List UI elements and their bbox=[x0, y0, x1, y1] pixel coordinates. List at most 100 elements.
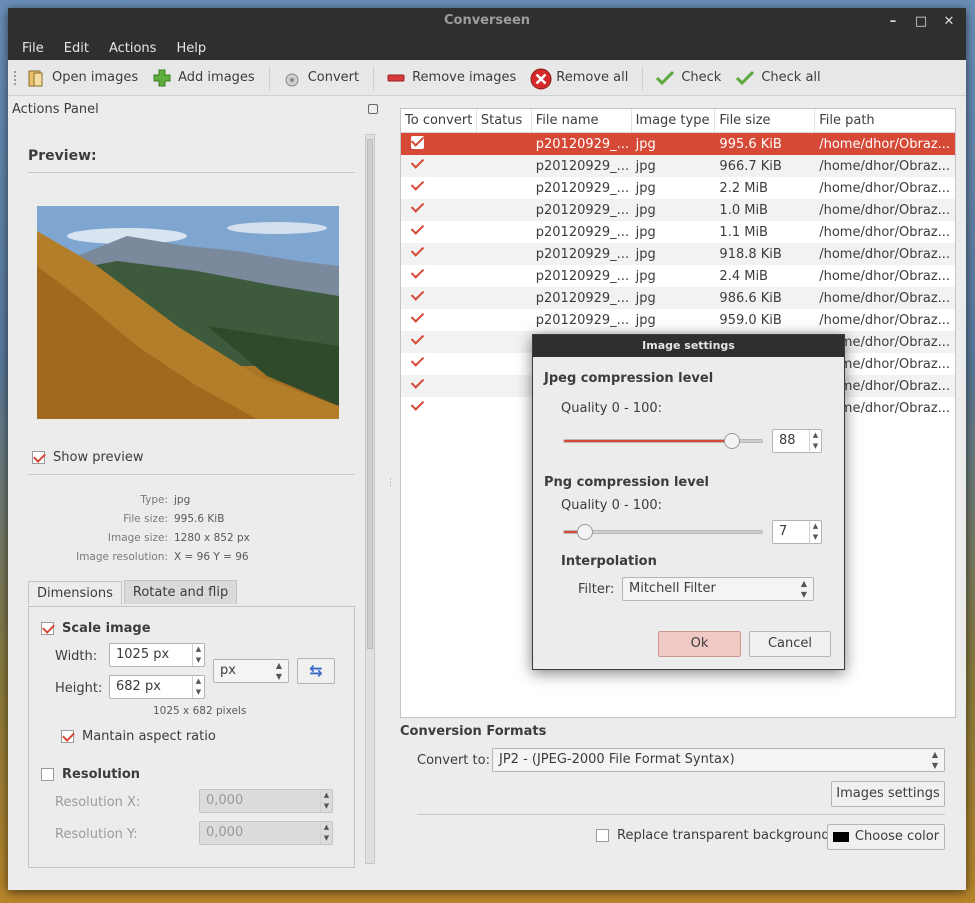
remove-all-button[interactable]: Remove all bbox=[530, 68, 628, 89]
row-checkbox[interactable] bbox=[411, 356, 424, 369]
col-status[interactable]: Status bbox=[477, 109, 532, 132]
table-row[interactable]: p20120929_... jpg 966.7 KiB/home/dhor/Obra… bbox=[401, 155, 955, 177]
show-preview-checkbox[interactable] bbox=[32, 451, 45, 464]
check-all-button[interactable]: Check all bbox=[735, 68, 821, 88]
row-checkbox[interactable] bbox=[411, 334, 424, 347]
res-y-stepper[interactable]: ▲ ▼ bbox=[320, 822, 332, 844]
to-convert-cell[interactable] bbox=[401, 224, 477, 241]
open-images-button[interactable]: Open images bbox=[26, 68, 138, 88]
float-panel-icon[interactable] bbox=[368, 104, 378, 114]
add-images-button[interactable]: Add images bbox=[152, 68, 255, 88]
table-row[interactable]: p20120929_... jpg 2.4 MiB/home/dhor/Obraz.… bbox=[401, 265, 955, 287]
row-checkbox[interactable] bbox=[411, 180, 424, 193]
row-checkbox[interactable] bbox=[411, 135, 424, 149]
col-file-path[interactable]: File path bbox=[815, 109, 955, 132]
table-row[interactable]: p20120929_... jpg 995.6 KiB/home/dhor/Obra… bbox=[401, 133, 955, 155]
tab-rotate-flip[interactable]: Rotate and flip bbox=[123, 580, 238, 604]
check-all-label: Check all bbox=[761, 70, 821, 85]
to-convert-cell[interactable] bbox=[401, 202, 477, 219]
table-row[interactable]: p20120929_... jpg 1.0 MiB/home/dhor/Obraz.… bbox=[401, 199, 955, 221]
scale-image-option[interactable]: Scale image bbox=[41, 621, 151, 636]
table-row[interactable]: p20120929_... jpg 1.1 MiB/home/dhor/Obraz.… bbox=[401, 221, 955, 243]
table-row[interactable]: p20120929_... jpg 918.8 KiB/home/dhor/Obra… bbox=[401, 243, 955, 265]
jpeg-quality-slider[interactable] bbox=[563, 433, 763, 449]
menu-help[interactable]: Help bbox=[176, 41, 206, 56]
show-preview-option[interactable]: Show preview bbox=[32, 450, 143, 465]
maintain-aspect-checkbox[interactable] bbox=[61, 730, 74, 743]
jpeg-slider-handle[interactable] bbox=[724, 433, 740, 449]
menu-actions[interactable]: Actions bbox=[109, 41, 157, 56]
col-image-type[interactable]: Image type bbox=[632, 109, 716, 132]
menu-file[interactable]: File bbox=[22, 41, 44, 56]
panel-scrollbar[interactable] bbox=[365, 134, 375, 864]
png-slider-handle[interactable] bbox=[577, 524, 593, 540]
col-to-convert[interactable]: To convert bbox=[401, 109, 477, 132]
maintain-aspect-option[interactable]: Mantain aspect ratio bbox=[61, 729, 216, 744]
to-convert-cell[interactable] bbox=[401, 378, 477, 395]
row-checkbox[interactable] bbox=[411, 290, 424, 303]
row-checkbox[interactable] bbox=[411, 400, 424, 413]
png-quality-spinbox[interactable]: 7 ▲ ▼ bbox=[772, 520, 822, 544]
jpeg-quality-stepper[interactable]: ▲ ▼ bbox=[809, 430, 821, 452]
resolution-option[interactable]: Resolution bbox=[41, 767, 140, 782]
png-quality-slider[interactable] bbox=[563, 524, 763, 540]
row-checkbox[interactable] bbox=[411, 224, 424, 237]
to-convert-cell[interactable] bbox=[401, 290, 477, 307]
convert-to-select[interactable]: JP2 - (JPEG-2000 File Format Syntax) ▲ ▼ bbox=[492, 748, 945, 772]
minimize-icon[interactable]: – bbox=[886, 9, 900, 35]
row-checkbox[interactable] bbox=[411, 202, 424, 215]
unit-select[interactable]: px ▲ ▼ bbox=[213, 659, 289, 683]
png-quality-stepper[interactable]: ▲ ▼ bbox=[809, 521, 821, 543]
close-icon[interactable]: ✕ bbox=[942, 9, 956, 35]
to-convert-cell[interactable] bbox=[401, 356, 477, 373]
splitter-handle[interactable]: ⋮ bbox=[386, 478, 395, 488]
to-convert-cell[interactable] bbox=[401, 180, 477, 197]
row-checkbox[interactable] bbox=[411, 158, 424, 171]
cancel-button[interactable]: Cancel bbox=[749, 631, 831, 657]
row-checkbox[interactable] bbox=[411, 378, 424, 391]
res-y-spinbox[interactable]: 0,000 ▲ ▼ bbox=[199, 821, 333, 845]
remove-images-button[interactable]: Remove images bbox=[386, 68, 516, 88]
ok-button[interactable]: Ok bbox=[658, 631, 741, 657]
check-button[interactable]: Check bbox=[655, 68, 721, 88]
col-file-name[interactable]: File name bbox=[532, 109, 632, 132]
resolution-checkbox[interactable] bbox=[41, 768, 54, 781]
row-checkbox[interactable] bbox=[411, 268, 424, 281]
to-convert-cell[interactable] bbox=[401, 158, 477, 175]
col-file-size[interactable]: File size bbox=[715, 109, 816, 132]
window-title: Converseen bbox=[443, 13, 531, 28]
toolbar-grip[interactable] bbox=[14, 70, 18, 85]
to-convert-cell[interactable] bbox=[401, 312, 477, 329]
res-x-spinbox[interactable]: 0,000 ▲ ▼ bbox=[199, 789, 333, 813]
to-convert-cell[interactable] bbox=[401, 246, 477, 263]
table-row[interactable]: p20120929_... jpg 959.0 KiB/home/dhor/Obra… bbox=[401, 309, 955, 331]
replace-bg-checkbox[interactable] bbox=[596, 829, 609, 842]
to-convert-cell[interactable] bbox=[401, 334, 477, 351]
jpeg-quality-spinbox[interactable]: 88 ▲ ▼ bbox=[772, 429, 822, 453]
swap-dimensions-button[interactable]: ⇆ bbox=[297, 658, 335, 684]
to-convert-cell[interactable] bbox=[401, 135, 477, 153]
filter-select[interactable]: Mitchell Filter ▲ ▼ bbox=[622, 577, 814, 601]
maximize-icon[interactable]: □ bbox=[914, 9, 928, 35]
convert-button[interactable]: Convert bbox=[282, 68, 359, 88]
scale-image-checkbox[interactable] bbox=[41, 622, 54, 635]
res-x-stepper[interactable]: ▲ ▼ bbox=[320, 790, 332, 812]
table-row[interactable]: p20120929_... jpg 986.6 KiB/home/dhor/Obra… bbox=[401, 287, 955, 309]
row-checkbox[interactable] bbox=[411, 246, 424, 259]
row-checkbox[interactable] bbox=[411, 312, 424, 325]
to-convert-cell[interactable] bbox=[401, 400, 477, 417]
replace-bg-option[interactable]: Replace transparent background bbox=[596, 828, 830, 843]
height-spinbox[interactable]: 682 px ▲ ▼ bbox=[109, 675, 205, 699]
images-settings-button[interactable]: Images settings bbox=[831, 781, 945, 807]
scrollbar-thumb[interactable] bbox=[367, 139, 373, 649]
choose-color-button[interactable]: Choose color bbox=[827, 824, 945, 850]
table-row[interactable]: p20120929_... jpg 2.2 MiB/home/dhor/Obraz.… bbox=[401, 177, 955, 199]
tab-dimensions[interactable]: Dimensions bbox=[28, 581, 122, 605]
width-stepper[interactable]: ▲ ▼ bbox=[192, 644, 204, 666]
to-convert-cell[interactable] bbox=[401, 268, 477, 285]
jpeg-slider-fill bbox=[564, 440, 732, 442]
menu-edit[interactable]: Edit bbox=[64, 41, 89, 56]
height-stepper[interactable]: ▲ ▼ bbox=[192, 676, 204, 698]
file-size-cell: 2.2 MiB bbox=[719, 180, 768, 196]
width-spinbox[interactable]: 1025 px ▲ ▼ bbox=[109, 643, 205, 667]
